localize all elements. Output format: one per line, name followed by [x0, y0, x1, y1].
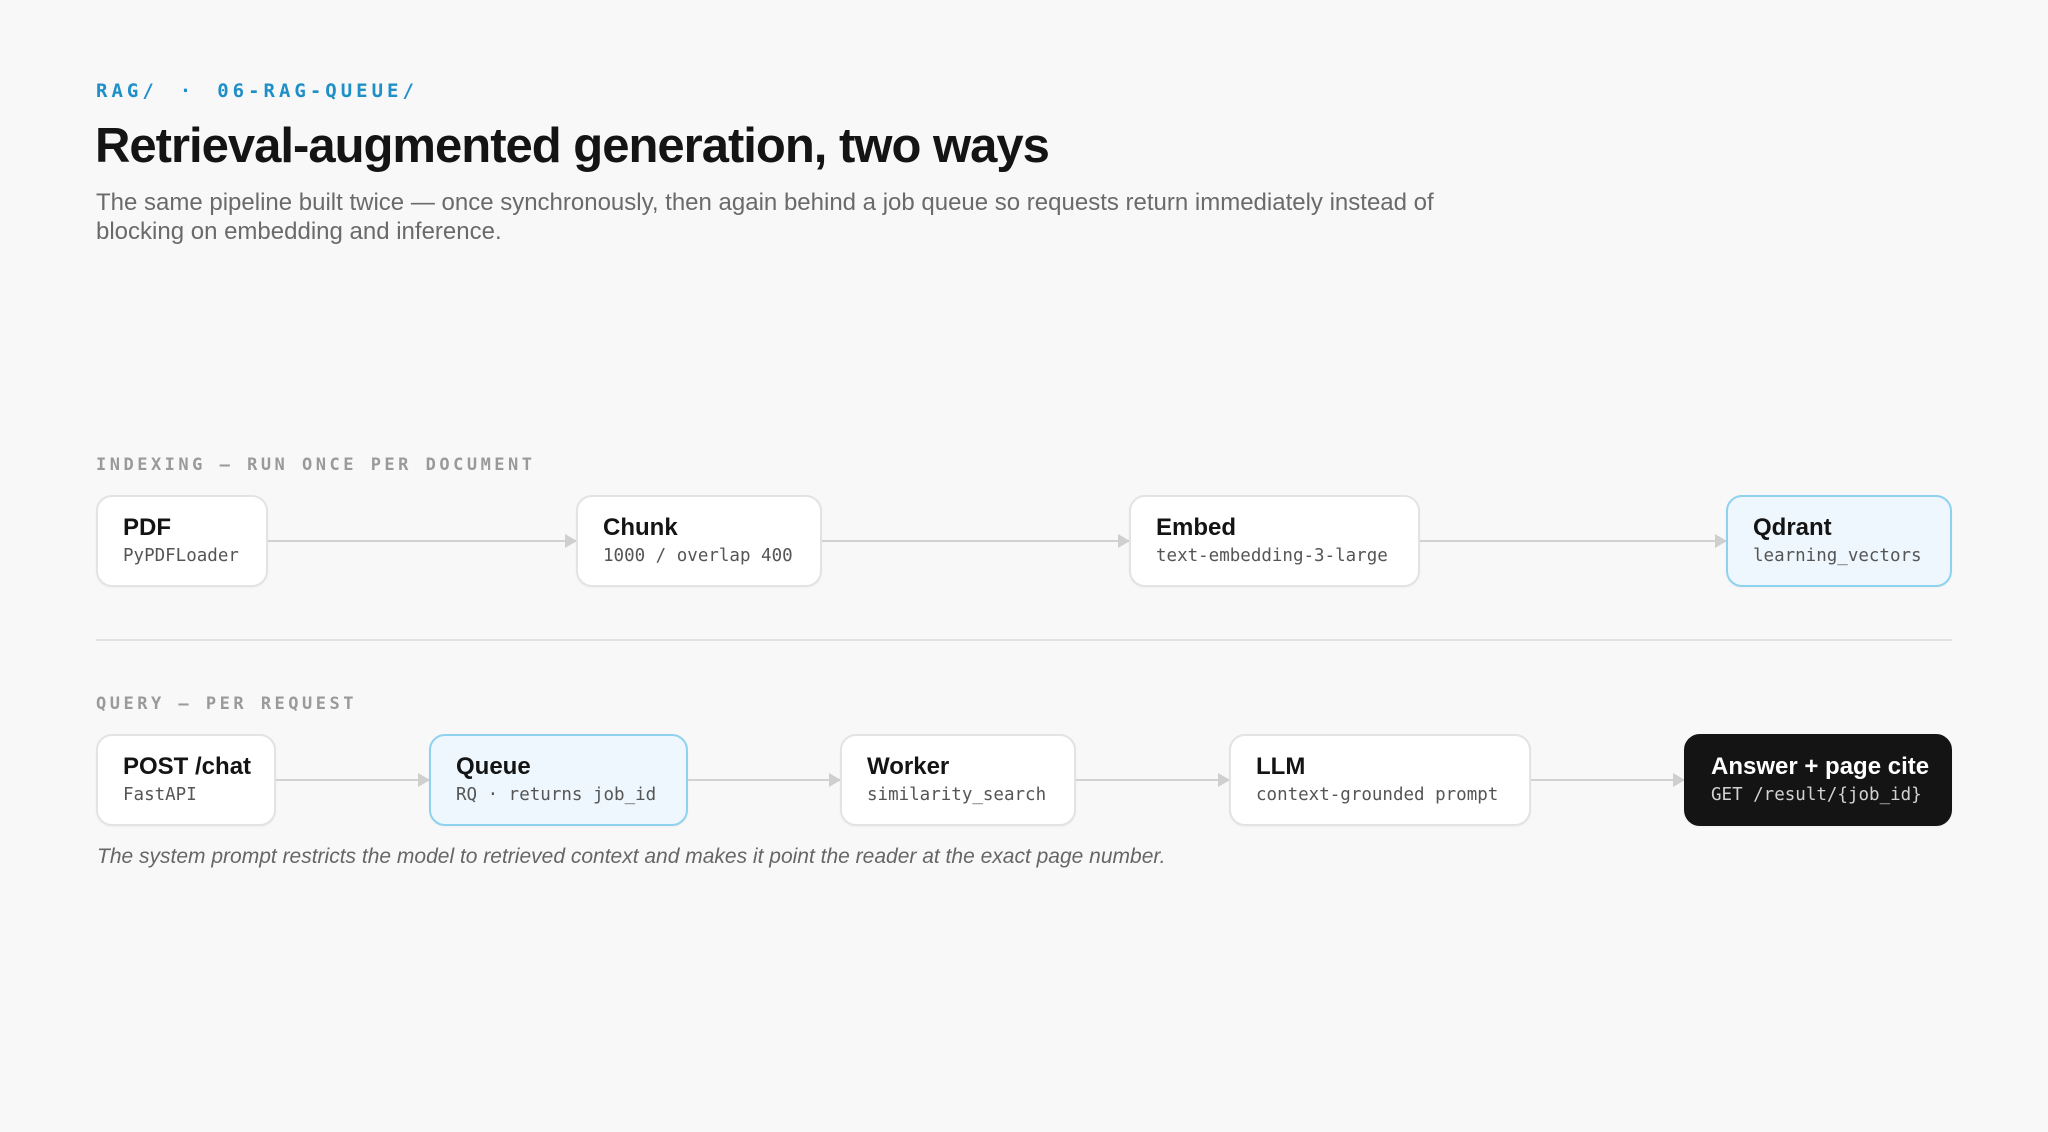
page-subtitle: The same pipeline built twice — once syn… [96, 189, 1434, 245]
node-name: LLM [1256, 753, 1306, 780]
page: RAG/ · 06-RAG-QUEUE/ Retrieval-augmented g… [0, 0, 2048, 1132]
node-name: Embed [1156, 514, 1237, 541]
query-node-worker: Worker similarity_search [840, 734, 1076, 826]
indexing-node-chunk: Chunk 1000 / overlap 400 [576, 495, 822, 587]
indexing-arrow-pdf-to-chunk [268, 534, 577, 548]
query-node-queue: Queue RQ · returns job_id [429, 734, 688, 826]
node-name: Queue [456, 753, 531, 780]
query-caption: The system prompt restricts the model to… [97, 845, 1166, 868]
node-detail: 1000 / overlap 400 [603, 546, 793, 566]
breadcrumb-current[interactable]: 06-RAG-QUEUE/ [217, 80, 418, 102]
node-detail: GET /result/{job_id} [1711, 785, 1922, 805]
query-node-llm: LLM context-grounded prompt [1229, 734, 1531, 826]
node-detail: text-embedding-3-large [1156, 546, 1388, 566]
indexing-arrow-chunk-to-embed [822, 534, 1130, 548]
indexing-node-embed: Embed text-embedding-3-large [1129, 495, 1420, 587]
node-detail: RQ · returns job_id [456, 785, 657, 805]
breadcrumb: RAG/ · 06-RAG-QUEUE/ [96, 80, 418, 102]
query-arrow-worker-to-llm [1076, 773, 1230, 787]
query-node-answer: Answer + page cite GET /result/{job_id} [1684, 734, 1952, 826]
indexing-section-label: INDEXING — RUN ONCE PER DOCUMENT [96, 455, 536, 475]
query-node-post-chat: POST /chat FastAPI [96, 734, 276, 826]
query-arrow-chat-to-queue [276, 773, 430, 787]
node-detail: FastAPI [123, 785, 197, 805]
node-name: POST /chat [123, 753, 252, 780]
node-name: Worker [867, 753, 950, 780]
node-name: Chunk [603, 514, 678, 541]
node-name: Answer + page cite [1711, 753, 1930, 780]
query-arrow-llm-to-answer [1531, 773, 1685, 787]
indexing-node-pdf: PDF PyPDFLoader [96, 495, 268, 587]
node-detail: PyPDFLoader [123, 546, 239, 566]
node-detail: context-grounded prompt [1256, 785, 1499, 805]
query-section-label: QUERY — PER REQUEST [96, 694, 357, 714]
page-title: Retrieval-augmented generation, two ways [95, 119, 1050, 173]
node-detail: learning_vectors [1753, 546, 1922, 566]
indexing-arrow-embed-to-qdrant [1420, 534, 1727, 548]
section-divider [96, 639, 1952, 641]
breadcrumb-separator: · [179, 80, 196, 102]
node-detail: similarity_search [867, 785, 1047, 805]
node-name: Qdrant [1753, 514, 1832, 541]
indexing-node-qdrant: Qdrant learning_vectors [1726, 495, 1952, 587]
breadcrumb-root[interactable]: RAG/ [96, 80, 158, 102]
query-arrow-queue-to-worker [688, 773, 841, 787]
node-name: PDF [123, 514, 171, 541]
